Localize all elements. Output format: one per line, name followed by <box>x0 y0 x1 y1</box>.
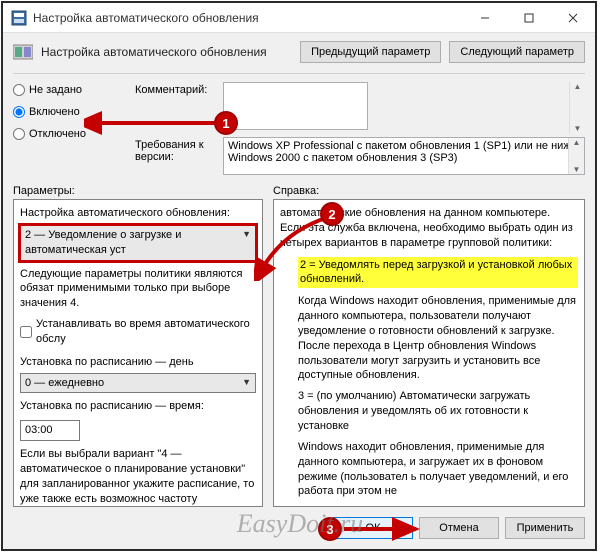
requirements-box: Windows XP Professional с пакетом обновл… <box>223 137 585 175</box>
header: Настройка автоматического обновления Пре… <box>3 33 595 71</box>
radio-not-set[interactable]: Не задано <box>13 84 129 96</box>
policy-icon <box>13 43 33 61</box>
maintenance-checkbox-label: Устанавливать во время автоматического о… <box>36 317 256 347</box>
columns-head: Параметры: Справка: <box>3 179 595 199</box>
comment-label: Комментарий: <box>135 82 217 96</box>
maintenance-checkbox[interactable] <box>20 326 32 338</box>
ok-button[interactable]: ОК <box>333 517 413 539</box>
options-row: Не задано Включено Отключено Комментарий… <box>3 76 595 179</box>
window: Настройка автоматического обновления Нас… <box>1 1 597 551</box>
cancel-button[interactable]: Отмена <box>419 517 499 539</box>
radio-disabled[interactable]: Отключено <box>13 128 129 140</box>
maximize-button[interactable] <box>507 3 551 33</box>
help-p3: 3 = (по умолчанию) Автоматически загружа… <box>298 389 578 434</box>
chevron-down-icon: ▼ <box>242 376 251 388</box>
params-heading: Параметры: <box>13 185 263 197</box>
header-title: Настройка автоматического обновления <box>41 45 292 59</box>
help-p2: Когда Windows находит обновления, примен… <box>298 294 578 383</box>
sched-time-label: Установка по расписанию — время: <box>20 399 204 414</box>
sched-time-input[interactable] <box>20 420 80 441</box>
window-title: Настройка автоматического обновления <box>33 11 463 25</box>
policy-note: Следующие параметры политики являются об… <box>20 267 256 312</box>
help-heading: Справка: <box>273 185 585 197</box>
next-param-button[interactable]: Следующий параметр <box>449 41 585 63</box>
help-highlight: 2 = Уведомлять перед загрузкой и установ… <box>298 257 578 289</box>
prev-param-button[interactable]: Предыдущий параметр <box>300 41 441 63</box>
scrollbar[interactable]: ▲▼ <box>568 138 584 174</box>
footer: ОК Отмена Применить <box>3 507 595 549</box>
update-config-label: Настройка автоматического обновления: <box>20 206 256 221</box>
help-p4: Windows находит обновления, применимые д… <box>298 440 578 499</box>
help-p1: автоматические обновления на данном комп… <box>280 206 578 251</box>
comment-input[interactable] <box>223 82 368 130</box>
divider <box>13 73 585 74</box>
panels: Настройка автоматического обновления: 2 … <box>3 199 595 507</box>
requirements-label: Требования к версии: <box>135 137 217 163</box>
scrollbar[interactable]: ▲▼ <box>569 82 585 133</box>
close-button[interactable] <box>551 3 595 33</box>
chevron-down-icon: ▼ <box>242 228 251 240</box>
maintenance-checkbox-row[interactable]: Устанавливать во время автоматического о… <box>20 317 256 347</box>
window-controls <box>463 3 595 33</box>
minimize-button[interactable] <box>463 3 507 33</box>
sched-day-select[interactable]: 0 — ежедневно▼ <box>20 373 256 394</box>
params-tail-text: Если вы выбрали вариант "4 — автоматичес… <box>20 447 256 506</box>
apply-button[interactable]: Применить <box>505 517 585 539</box>
app-icon <box>11 10 27 26</box>
params-panel: Настройка автоматического обновления: 2 … <box>13 199 263 507</box>
requirements-text: Windows XP Professional с пакетом обновл… <box>228 140 577 164</box>
update-mode-select[interactable]: 2 — Уведомление о загрузке и автоматичес… <box>20 225 256 261</box>
titlebar: Настройка автоматического обновления <box>3 3 595 33</box>
sched-day-label: Установка по расписанию — день <box>20 355 256 370</box>
radio-group: Не задано Включено Отключено <box>13 82 129 175</box>
radio-enabled[interactable]: Включено <box>13 106 129 118</box>
help-panel: автоматические обновления на данном комп… <box>273 199 585 507</box>
